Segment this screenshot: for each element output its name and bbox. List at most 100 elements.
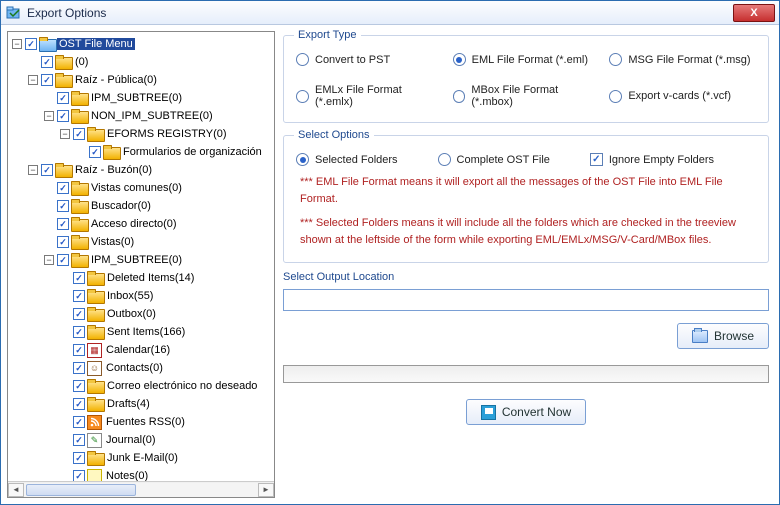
convert-now-button[interactable]: Convert Now	[466, 399, 586, 425]
progress-bar	[283, 365, 769, 383]
hint-eml: *** EML File Format means it will export…	[294, 170, 758, 211]
hint-selected: *** Selected Folders means it will inclu…	[294, 211, 758, 252]
folder-icon	[71, 253, 87, 267]
tree-node[interactable]: −✓EFORMS REGISTRY(0)	[60, 125, 274, 143]
folder-icon	[55, 55, 71, 69]
checkbox-icon: ✓	[590, 153, 603, 166]
scroll-thumb[interactable]	[26, 484, 136, 496]
folder-icon	[71, 235, 87, 249]
scroll-left-icon[interactable]: ◄	[8, 483, 24, 497]
folder-tree-panel[interactable]: − ✓ OST File Menu ✓(0) −✓Raíz - Pública(…	[7, 31, 275, 498]
radio-icon	[296, 153, 309, 166]
tree-node[interactable]: ✓Deleted Items(14)	[60, 269, 274, 287]
folder-icon	[39, 37, 55, 51]
tree-node[interactable]: −✓NON_IPM_SUBTREE(0)	[44, 107, 274, 125]
tree-node[interactable]: ✓Formularios de organización	[76, 143, 274, 161]
node-label: OST File Menu	[57, 38, 135, 50]
tree-node[interactable]: ✓Vistas(0)	[44, 233, 274, 251]
folder-icon	[87, 451, 103, 465]
folder-icon	[87, 271, 103, 285]
convert-label: Convert Now	[502, 405, 571, 419]
tree-node[interactable]: ✓IPM_SUBTREE(0)	[44, 89, 274, 107]
journal-icon: ✎	[87, 433, 102, 448]
tree-node[interactable]: ✓Inbox(55)	[60, 287, 274, 305]
tree-node[interactable]: ✓Correo electrónico no deseado	[60, 377, 274, 395]
output-location-label: Select Output Location	[283, 271, 769, 283]
radio-export-type-1[interactable]: EML File Format (*.eml)	[453, 53, 600, 66]
close-button[interactable]: X	[733, 4, 775, 22]
rss-icon	[87, 415, 102, 430]
tree-node[interactable]: −✓Raíz - Buzón(0)	[28, 161, 274, 179]
radio-icon	[453, 90, 466, 103]
scroll-track[interactable]	[24, 483, 258, 497]
app-icon	[5, 5, 21, 21]
tree-node[interactable]: ✓✎Journal(0)	[60, 431, 274, 449]
radio-export-type-3[interactable]: EMLx File Format (*.emlx)	[296, 84, 443, 108]
folder-icon	[55, 163, 71, 177]
radio-export-type-4[interactable]: MBox File Format (*.mbox)	[453, 84, 600, 108]
collapse-icon[interactable]: −	[12, 39, 22, 49]
save-icon	[481, 405, 496, 420]
folder-icon	[71, 109, 87, 123]
folder-icon	[87, 379, 103, 393]
radio-icon	[296, 53, 309, 66]
radio-export-type-0[interactable]: Convert to PST	[296, 53, 443, 66]
folder-icon	[71, 181, 87, 195]
folder-icon	[71, 91, 87, 105]
output-location-input[interactable]	[283, 289, 769, 311]
tree-node-root[interactable]: − ✓ OST File Menu	[12, 35, 274, 53]
titlebar: Export Options X	[1, 1, 779, 25]
horizontal-scrollbar[interactable]: ◄ ►	[8, 481, 274, 497]
browse-label: Browse	[714, 329, 754, 343]
folder-icon	[87, 307, 103, 321]
tree-node[interactable]: ✓Fuentes RSS(0)	[60, 413, 274, 431]
folder-icon	[55, 73, 71, 87]
radio-label: MSG File Format (*.msg)	[628, 54, 750, 66]
radio-complete-ost[interactable]: Complete OST File	[438, 153, 550, 166]
select-options-legend: Select Options	[294, 129, 374, 141]
tree-node[interactable]: ✓Outbox(0)	[60, 305, 274, 323]
checkbox-ignore-empty[interactable]: ✓ Ignore Empty Folders	[590, 153, 714, 166]
checkbox-label: Ignore Empty Folders	[609, 154, 714, 166]
folder-icon	[87, 397, 103, 411]
browse-button[interactable]: Browse	[677, 323, 769, 349]
radio-label: Complete OST File	[457, 154, 550, 166]
radio-icon	[609, 90, 622, 103]
folder-icon	[87, 325, 103, 339]
tree-node[interactable]: −✓Raíz - Pública(0)	[28, 71, 274, 89]
radio-icon	[453, 53, 466, 66]
tree-node[interactable]: ✓Vistas comunes(0)	[44, 179, 274, 197]
folder-icon	[71, 199, 87, 213]
folder-icon	[87, 289, 103, 303]
radio-label: Selected Folders	[315, 154, 398, 166]
tree-node[interactable]: ✓☺Contacts(0)	[60, 359, 274, 377]
folder-icon	[103, 145, 119, 159]
export-type-group: Export Type Convert to PST EML File Forma…	[283, 29, 769, 123]
radio-export-type-5[interactable]: Export v-cards (*.vcf)	[609, 84, 756, 108]
radio-icon	[438, 153, 451, 166]
tree-node[interactable]: ✓(0)	[28, 53, 274, 71]
scroll-right-icon[interactable]: ►	[258, 483, 274, 497]
export-type-legend: Export Type	[294, 29, 361, 41]
folder-open-icon	[692, 330, 708, 343]
tree-node[interactable]: ✓Drafts(4)	[60, 395, 274, 413]
folder-icon	[71, 217, 87, 231]
checkbox-icon[interactable]: ✓	[25, 38, 37, 50]
window-title: Export Options	[27, 6, 733, 20]
tree-node[interactable]: ✓Acceso directo(0)	[44, 215, 274, 233]
folder-icon	[87, 127, 103, 141]
tree-node[interactable]: −✓IPM_SUBTREE(0)	[44, 251, 274, 269]
radio-icon	[296, 90, 309, 103]
tree-node[interactable]: ✓Buscador(0)	[44, 197, 274, 215]
radio-label: MBox File Format (*.mbox)	[471, 84, 599, 108]
tree-node[interactable]: ✓Sent Items(166)	[60, 323, 274, 341]
radio-export-type-2[interactable]: MSG File Format (*.msg)	[609, 53, 756, 66]
right-panel: Export Type Convert to PST EML File Forma…	[281, 25, 779, 504]
radio-icon	[609, 53, 622, 66]
tree-node[interactable]: ✓▦Calendar(16)	[60, 341, 274, 359]
radio-label: Export v-cards (*.vcf)	[628, 90, 731, 102]
contacts-icon: ☺	[87, 361, 102, 376]
tree-node[interactable]: ✓Junk E-Mail(0)	[60, 449, 274, 467]
radio-label: EML File Format (*.eml)	[472, 54, 588, 66]
radio-selected-folders[interactable]: Selected Folders	[296, 153, 398, 166]
